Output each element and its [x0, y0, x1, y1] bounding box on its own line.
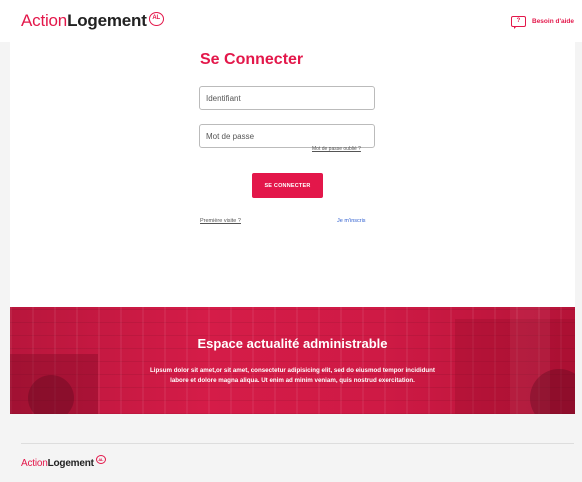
footer-divider — [21, 443, 574, 444]
tree-shape — [28, 375, 74, 414]
footer-logo[interactable]: ActionLogement AL — [21, 455, 106, 469]
news-banner: Espace actualité administrable Lipsum do… — [10, 307, 575, 414]
news-text-line-1: Lipsum dolor sit amet,or sit amet, conse… — [149, 367, 435, 374]
help-chat-icon: ? — [511, 16, 526, 29]
identifier-input[interactable] — [199, 86, 375, 110]
logo-text-logement: Logement — [67, 11, 147, 30]
footer-logo-text-logement: Logement — [47, 458, 94, 469]
site-header: ActionLogement AL ? Besoin d'aide — [0, 0, 582, 42]
register-link[interactable]: Je m'inscris — [337, 218, 366, 224]
login-button[interactable]: SE CONNECTER — [252, 173, 323, 198]
news-text-line-2: labore et dolore magna aliqua. Ut enim a… — [170, 377, 415, 384]
help-link[interactable]: ? Besoin d'aide — [511, 16, 574, 29]
action-logement-logo[interactable]: ActionLogement AL — [21, 11, 164, 33]
news-title: Espace actualité administrable — [197, 336, 388, 351]
footer-logo-text-action: Action — [21, 458, 48, 469]
footer-al-logo-icon: AL — [95, 455, 106, 464]
forgot-password-link[interactable]: Mot de passe oublié ? — [312, 146, 361, 152]
news-text: Lipsum dolor sit amet,or sit amet, conse… — [110, 366, 475, 386]
page-title: Se Connecter — [200, 51, 304, 68]
password-input[interactable] — [199, 124, 375, 148]
al-logo-icon: AL — [148, 12, 164, 26]
help-label: Besoin d'aide — [532, 18, 574, 25]
first-visit-link[interactable]: Première visite ? — [200, 218, 241, 224]
logo-text-action: Action — [21, 11, 68, 30]
